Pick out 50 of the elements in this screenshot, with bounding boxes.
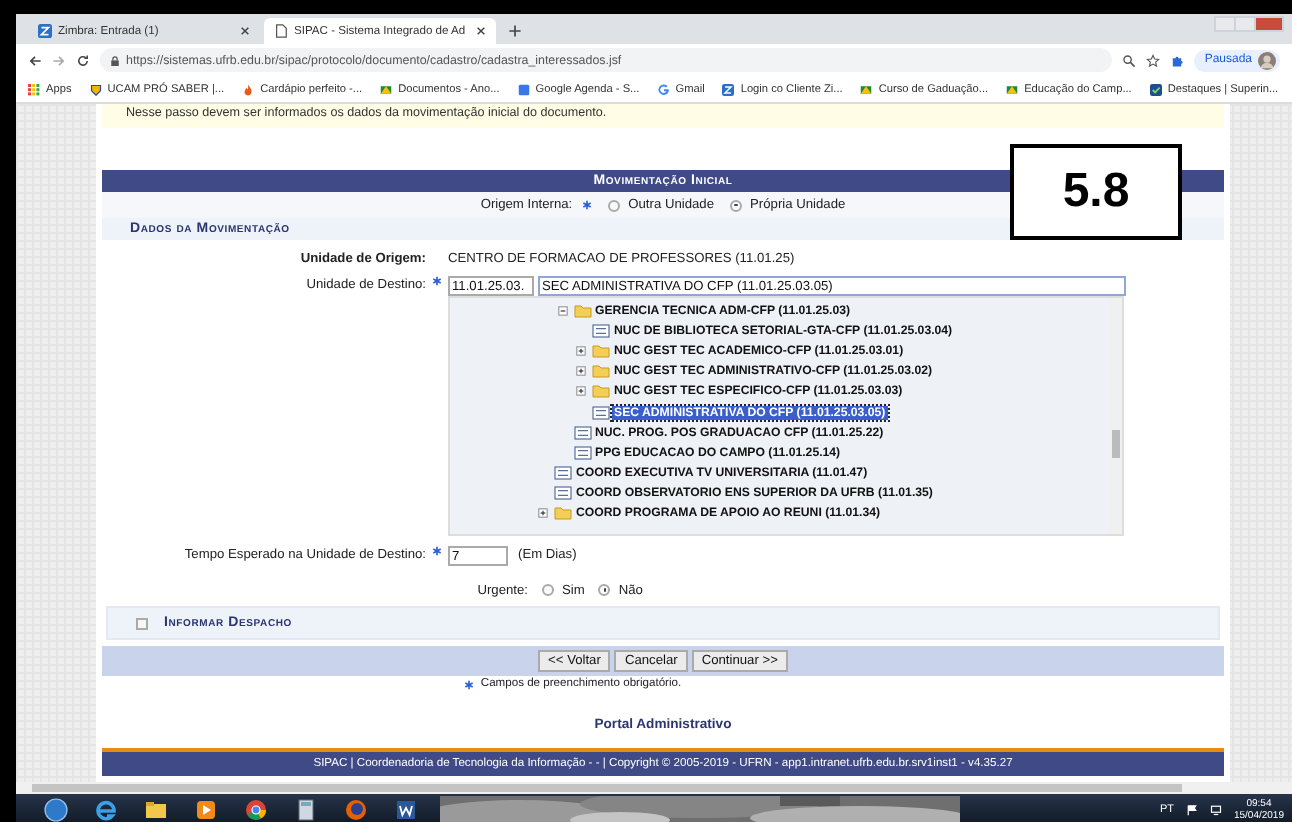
list-icon	[573, 445, 591, 460]
back-icon[interactable]	[28, 53, 42, 67]
star-icon[interactable]	[1146, 53, 1161, 67]
required-icon	[464, 679, 475, 689]
bookmark-icon	[89, 83, 102, 95]
bookmark-icon	[517, 83, 530, 95]
scrollbar[interactable]	[16, 782, 1292, 794]
list-icon	[592, 405, 610, 420]
app-icon[interactable]	[194, 797, 218, 821]
app-icon[interactable]	[244, 797, 268, 821]
flag-icon[interactable]	[1185, 803, 1198, 815]
bookmark-icon	[28, 83, 40, 95]
window-controls-drawing[interactable]	[1214, 16, 1284, 32]
bookmark-icon	[722, 83, 735, 95]
lock-icon	[110, 55, 120, 65]
folder-icon	[554, 506, 572, 521]
app-icon[interactable]	[144, 797, 168, 821]
collapse-icon[interactable]	[557, 305, 567, 316]
list-icon	[573, 425, 591, 440]
expand-icon[interactable]	[576, 386, 586, 397]
app-icon[interactable]	[394, 797, 418, 821]
app-icon[interactable]	[294, 797, 318, 821]
bookmark-icon	[1006, 83, 1019, 95]
close-icon[interactable]	[476, 26, 486, 36]
bookmark-icon	[860, 83, 873, 95]
app-icon[interactable]	[94, 797, 118, 821]
expand-icon[interactable]	[576, 366, 586, 377]
mail-app-icon	[38, 24, 52, 38]
puzzle-icon[interactable]	[1170, 53, 1185, 67]
scrollbar[interactable]	[1110, 298, 1122, 534]
new-tab-icon[interactable]	[508, 24, 522, 38]
bookmark-icon	[657, 83, 670, 95]
expand-icon[interactable]	[538, 508, 548, 519]
list-icon	[592, 323, 610, 338]
close-icon[interactable]	[240, 26, 250, 36]
step-badge: 5.8	[1010, 144, 1182, 240]
unit-tree-list[interactable]	[448, 296, 1124, 536]
bookmark-icon	[1149, 83, 1162, 95]
list-icon	[554, 466, 572, 481]
avatar-icon	[1258, 51, 1276, 69]
checkbox[interactable]	[136, 617, 148, 629]
reload-icon[interactable]	[76, 53, 90, 67]
bookmark-icon	[242, 83, 255, 95]
zoom-icon[interactable]	[1122, 53, 1137, 67]
page-icon	[274, 24, 288, 38]
start-button[interactable]	[44, 797, 68, 821]
list-icon	[554, 486, 572, 501]
expand-icon[interactable]	[576, 345, 586, 356]
folder-icon	[573, 303, 591, 318]
bookmark-icon	[380, 83, 393, 95]
